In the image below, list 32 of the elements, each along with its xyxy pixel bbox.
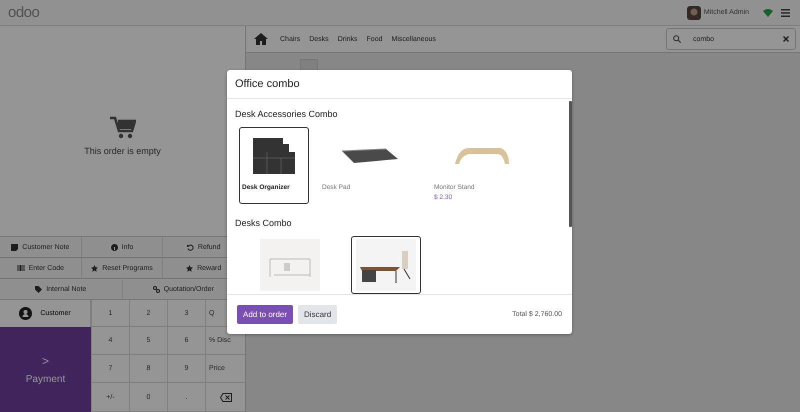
menu-icon[interactable]: [781, 8, 790, 16]
person-icon: [19, 307, 32, 320]
add-to-order-button[interactable]: Add to order: [237, 305, 294, 324]
search-icon: [673, 35, 681, 43]
tag-icon: [35, 286, 42, 292]
product-drawing: [455, 148, 509, 164]
section-title: Desks Combo: [235, 218, 293, 228]
backspace-key[interactable]: [205, 383, 245, 412]
barcode-icon: [16, 265, 25, 271]
star-icon: [186, 264, 194, 272]
star-icon: [91, 264, 98, 272]
product-card[interactable]: [351, 236, 421, 294]
avatar-icon[interactable]: [686, 6, 701, 20]
section-title: Desk Accessories Combo: [235, 109, 339, 119]
payment-button[interactable]: > Payment: [0, 327, 91, 412]
discard-button[interactable]: Discard: [298, 305, 338, 324]
product-drawing: [342, 148, 398, 164]
cart-icon: [110, 116, 136, 140]
note-icon: [11, 244, 18, 250]
product-drawing: [260, 239, 320, 291]
dialog-title: Office combo: [235, 78, 300, 90]
home-icon[interactable]: [254, 33, 268, 45]
link-icon: [152, 286, 160, 292]
product-drawing: [253, 138, 295, 174]
info-icon: [110, 244, 118, 250]
wifi-icon: [763, 8, 773, 16]
empty-order-message: This order is empty: [84, 146, 161, 156]
clear-icon[interactable]: [783, 36, 789, 42]
backspace-icon: [220, 392, 232, 402]
product-drawing: [356, 239, 416, 291]
undo-icon: [186, 244, 194, 250]
scrollbar[interactable]: [569, 101, 572, 227]
